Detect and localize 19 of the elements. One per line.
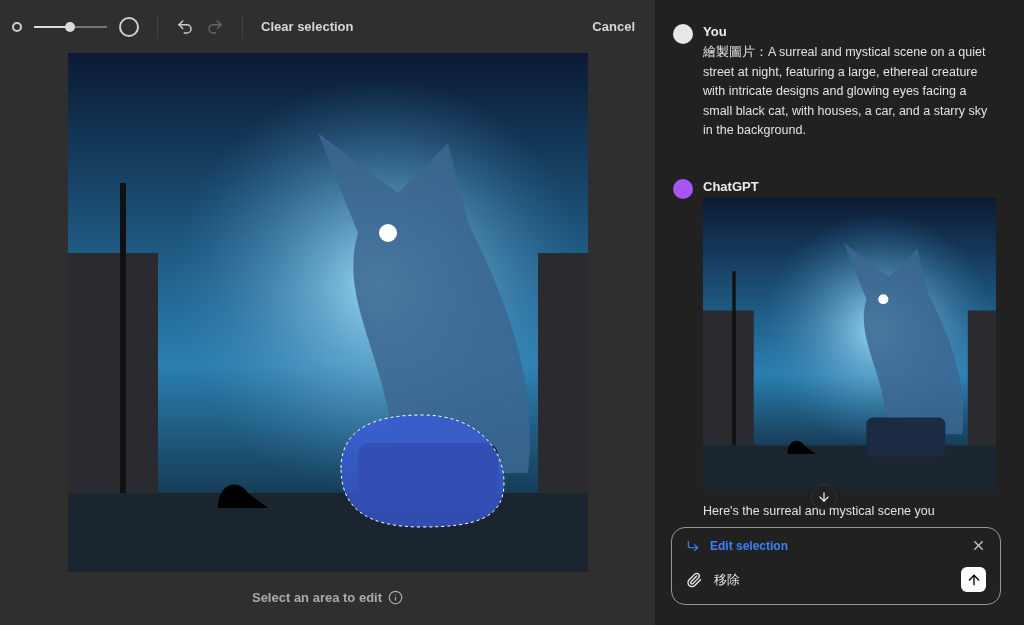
reply-arrow-icon bbox=[686, 538, 700, 553]
message-author: You bbox=[703, 24, 728, 39]
user-avatar bbox=[673, 24, 693, 44]
close-button[interactable] bbox=[971, 538, 986, 553]
cancel-button[interactable]: Cancel bbox=[592, 19, 635, 34]
edit-selection-label: Edit selection bbox=[710, 538, 789, 553]
slider-thumb[interactable] bbox=[64, 21, 75, 32]
hint-text: Select an area to edit bbox=[251, 590, 383, 605]
assistant-avatar-icon bbox=[673, 178, 693, 199]
large-brush-icon bbox=[119, 16, 139, 37]
undo-button[interactable] bbox=[176, 17, 194, 36]
info-icon[interactable] bbox=[388, 590, 404, 605]
message-input[interactable]: 移除 bbox=[712, 571, 951, 588]
send-button[interactable] bbox=[961, 567, 986, 592]
attach-button[interactable] bbox=[686, 571, 702, 588]
clear-selection-button[interactable]: Clear selection bbox=[261, 19, 354, 34]
small-brush-icon bbox=[12, 21, 22, 32]
message-text: 繪製圖片：A surreal and mystical scene on a quiet street at night, featuring a large, ethereal creature with intricate designs and glowing eyes facing a small black cat, with houses, a car, and a starry sky in the background. bbox=[703, 44, 989, 139]
message-author: ChatGPT bbox=[703, 178, 760, 194]
